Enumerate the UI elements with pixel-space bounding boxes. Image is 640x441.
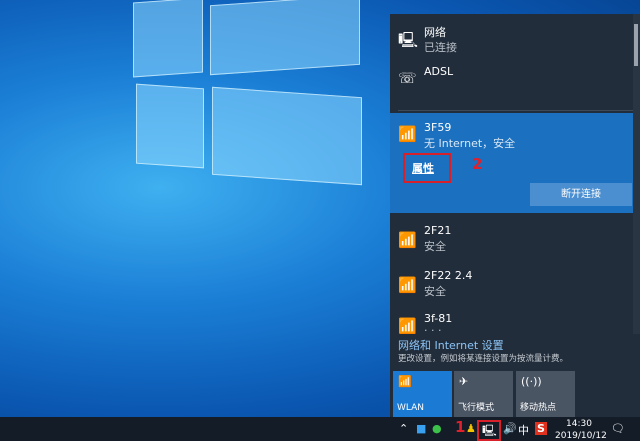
tray-app-icon[interactable]: ■ — [416, 422, 426, 435]
network-settings-description: 更改设置，例如将某连接设置为按流量计费。 — [398, 354, 569, 364]
wlan-tile[interactable]: 📶 WLAN — [393, 371, 452, 417]
wechat-icon[interactable]: ● — [432, 422, 442, 435]
wifi-icon: 📶 — [398, 125, 417, 143]
sogou-icon[interactable]: S — [535, 422, 547, 435]
network-wired[interactable]: 🖳 网络 已连接 — [390, 14, 633, 59]
network-list-item[interactable]: 📶 2F22 2.4 安全 — [390, 264, 633, 309]
wifi-icon: 📶 — [398, 375, 412, 388]
annotation-box — [403, 153, 451, 183]
scrollbar-thumb[interactable] — [634, 24, 638, 66]
wifi-icon: 📶 — [398, 231, 417, 249]
windows-logo-pane — [133, 0, 203, 78]
network-adsl[interactable]: ☏ ADSL — [390, 59, 633, 109]
hotspot-icon: ((·)) — [521, 375, 542, 388]
network-list-item[interactable]: 📶 2F21 安全 — [390, 219, 633, 264]
network-list-item[interactable]: 📶 3f-81 · · · — [390, 309, 633, 334]
windows-logo-pane — [210, 0, 360, 76]
network-selected[interactable]: 📶 3F59 无 Internet，安全 属性 2 断开连接 — [390, 113, 633, 213]
network-flyout: 🖳 网络 已连接 ☏ ADSL 📶 3F59 无 Internet，安全 属性 … — [390, 14, 640, 417]
ethernet-icon: 🖳 — [398, 31, 419, 49]
taskbar: ⌃ ■ ● 1 ♟ 🖳 🔊 中 S 14:30 2019/10/12 🗨 — [0, 417, 640, 441]
airplane-icon: ✈ — [459, 375, 469, 388]
dialup-icon: ☏ — [398, 69, 417, 87]
windows-logo-pane — [136, 83, 204, 169]
divider — [398, 110, 633, 111]
disconnect-button[interactable]: 断开连接 — [530, 183, 632, 206]
clock-date[interactable]: 2019/10/12 — [555, 431, 607, 441]
volume-icon[interactable]: 🔊 — [503, 422, 517, 435]
qq-icon[interactable]: ♟ — [466, 422, 476, 435]
network-settings-link[interactable]: 网络和 Internet 设置 — [398, 337, 504, 353]
clock-time[interactable]: 14:30 — [566, 419, 592, 429]
chevron-up-icon[interactable]: ⌃ — [399, 422, 408, 435]
ime-indicator[interactable]: 中 — [518, 422, 529, 438]
wifi-icon: 📶 — [398, 276, 417, 294]
notification-icon[interactable]: 🗨 — [611, 422, 625, 435]
mobile-hotspot-tile[interactable]: ((·)) 移动热点 — [516, 371, 575, 417]
airplane-mode-tile[interactable]: ✈ 飞行模式 — [454, 371, 513, 417]
wifi-icon: 📶 — [398, 317, 417, 334]
windows-logo-pane — [212, 86, 362, 186]
annotation-box — [477, 420, 501, 441]
